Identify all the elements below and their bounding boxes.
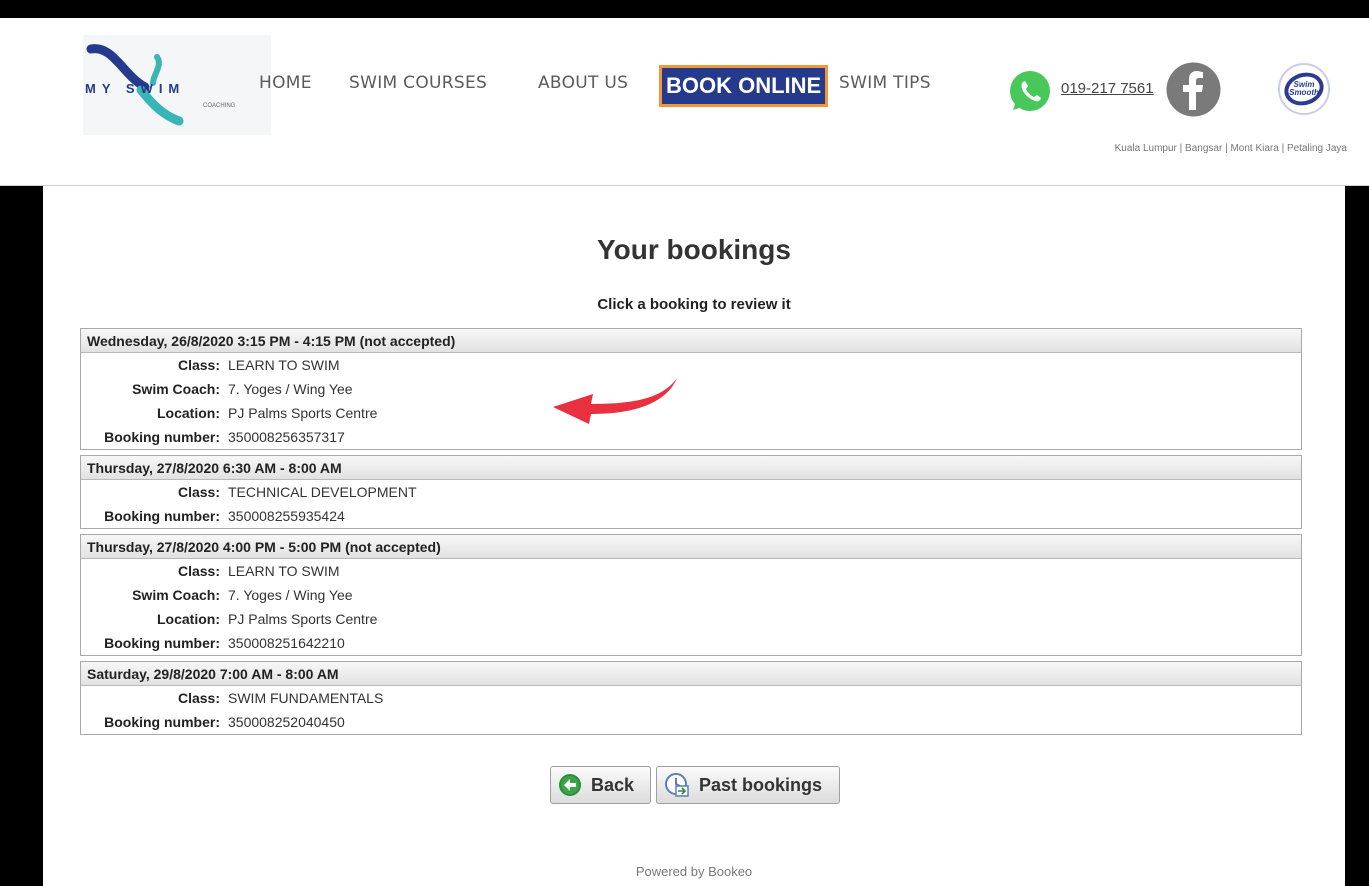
page-title: Your bookings bbox=[597, 234, 791, 265]
site-header: MY SWIM COACHING HOME SWIM COURSES ABOUT… bbox=[0, 18, 1369, 186]
booking-header: Wednesday, 26/8/2020 3:15 PM - 4:15 PM (… bbox=[81, 329, 1301, 353]
svg-text:Smooth: Smooth bbox=[1289, 88, 1319, 97]
booking-row: Class: LEARN TO SWIM bbox=[177, 357, 340, 373]
facebook-icon[interactable] bbox=[1166, 62, 1221, 117]
booking-row: Booking number: 350008251642210 bbox=[104, 635, 345, 651]
booking-header: Thursday, 27/8/2020 4:00 PM - 5:00 PM (n… bbox=[81, 535, 1301, 559]
locations-text: Kuala Lumpur | Bangsar | Mont Kiara | Pe… bbox=[1114, 143, 1347, 154]
past-bookings-label: Past bookings bbox=[699, 774, 823, 795]
booking-panel: Your bookings Click a booking to review … bbox=[43, 186, 1345, 886]
past-bookings-icon bbox=[665, 773, 689, 797]
booking-row: Swim Coach: 7. Yoges / Wing Yee bbox=[132, 587, 353, 603]
annotation-arrow-icon bbox=[553, 378, 677, 424]
page-subtitle: Click a booking to review it bbox=[597, 296, 791, 313]
booking-row: Class: SWIM FUNDAMENTALS bbox=[177, 690, 384, 706]
nav-book-online[interactable]: BOOK ONLINE bbox=[659, 65, 829, 107]
svg-text:COACHING: COACHING bbox=[203, 103, 236, 109]
nav-home[interactable]: HOME bbox=[259, 73, 312, 93]
back-arrow-icon bbox=[559, 774, 581, 796]
nav-about-us[interactable]: ABOUT US bbox=[538, 73, 628, 93]
booking-item[interactable]: Saturday, 29/8/2020 7:00 AM - 8:00 AM Cl… bbox=[80, 661, 1302, 735]
booking-row: Class: TECHNICAL DEVELOPMENT bbox=[177, 484, 417, 500]
booking-header: Thursday, 27/8/2020 6:30 AM - 8:00 AM bbox=[81, 456, 1301, 480]
whatsapp-icon[interactable] bbox=[1007, 68, 1053, 114]
booking-row: Booking number: 350008255935424 bbox=[104, 508, 345, 524]
booking-row: Location: PJ Palms Sports Centre bbox=[157, 405, 378, 421]
booking-header: Saturday, 29/8/2020 7:00 AM - 8:00 AM bbox=[81, 662, 1301, 686]
booking-item[interactable]: Wednesday, 26/8/2020 3:15 PM - 4:15 PM (… bbox=[80, 328, 1302, 450]
booking-row: Booking number: 350008252040450 bbox=[104, 714, 345, 730]
booking-item[interactable]: Thursday, 27/8/2020 4:00 PM - 5:00 PM (n… bbox=[80, 534, 1302, 656]
back-button[interactable]: Back bbox=[550, 766, 651, 804]
bookings-list: Wednesday, 26/8/2020 3:15 PM - 4:15 PM (… bbox=[80, 328, 1302, 740]
svg-text:MY SWIM: MY SWIM bbox=[85, 81, 185, 96]
my-swim-coaching-logo[interactable]: MY SWIM COACHING bbox=[83, 35, 271, 135]
booking-row: Booking number: 350008256357317 bbox=[104, 429, 345, 445]
past-bookings-button[interactable]: Past bookings bbox=[656, 766, 840, 804]
nav-swim-tips[interactable]: SWIM TIPS bbox=[839, 73, 931, 93]
swim-smooth-icon[interactable]: Swim Smooth bbox=[1277, 62, 1331, 116]
booking-row: Location: PJ Palms Sports Centre bbox=[157, 611, 378, 627]
booking-item[interactable]: Thursday, 27/8/2020 6:30 AM - 8:00 AM Cl… bbox=[80, 455, 1302, 529]
nav-swim-courses[interactable]: SWIM COURSES bbox=[349, 73, 487, 93]
booking-row: Class: LEARN TO SWIM bbox=[177, 563, 340, 579]
back-button-label: Back bbox=[591, 774, 635, 795]
phone-link[interactable]: 019-217 7561 bbox=[1061, 80, 1154, 97]
booking-row: Swim Coach: 7. Yoges / Wing Yee bbox=[132, 381, 353, 397]
